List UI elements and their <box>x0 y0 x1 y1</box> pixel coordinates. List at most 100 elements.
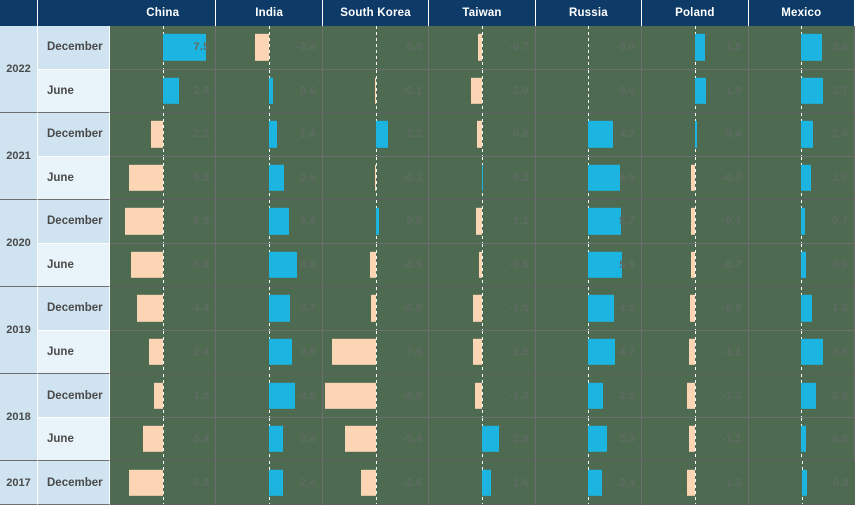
cell-value: 0.8 <box>832 433 848 446</box>
bar-chart-table: China India South Korea Taiwan Russia Poland M… <box>0 0 855 505</box>
negative-bar <box>128 164 163 192</box>
cell-poland-2019-june: -1.1 <box>642 330 749 375</box>
negative-bar <box>154 382 163 409</box>
month-label-2022-december[interactable]: December <box>38 26 110 70</box>
cell-value: -0.9 <box>721 302 742 315</box>
negative-bar <box>688 425 695 453</box>
cell-value: 2.0 <box>832 128 848 141</box>
cell-south-korea-2020-december: 0.6 <box>322 200 430 244</box>
month-label-2020-june[interactable]: June <box>38 243 110 288</box>
column-header-china[interactable]: China <box>110 0 217 26</box>
negative-bar <box>690 208 695 235</box>
negative-bar <box>477 34 482 61</box>
cell-value: 4.5 <box>299 389 316 402</box>
positive-bar <box>375 208 379 235</box>
cell-taiwan-2022-june: -2.0 <box>429 69 536 114</box>
cell-value: 1.7 <box>832 171 848 184</box>
cell-taiwan-2019-june: -1.5 <box>429 330 536 375</box>
cell-value: 0.0 <box>406 41 423 54</box>
negative-bar <box>150 121 163 148</box>
cell-value: -1.1 <box>721 433 742 446</box>
zero-axis-line <box>375 330 377 374</box>
cell-taiwan-2017-december: 1.6 <box>429 461 536 505</box>
header-corner-month <box>38 0 110 26</box>
positive-bar <box>269 425 283 453</box>
positive-bar <box>269 77 273 104</box>
year-label-2019: 2019 <box>0 287 38 375</box>
month-label-2021-june[interactable]: June <box>38 156 110 201</box>
cell-value: -1.5 <box>508 302 529 315</box>
cell-china-2022-june: 2.8 <box>110 69 217 114</box>
column-header-russia[interactable]: Russia <box>535 0 643 26</box>
cell-russia-2018-december: 2.5 <box>535 374 643 418</box>
positive-bar <box>694 77 706 104</box>
cell-russia-2019-december: 4.5 <box>535 287 643 331</box>
positive-bar <box>269 121 278 148</box>
negative-bar <box>477 121 482 148</box>
negative-bar <box>688 338 695 366</box>
cell-value: 2.2 <box>406 128 423 141</box>
month-label-2021-december[interactable]: December <box>38 113 110 157</box>
year-label-2021: 2021 <box>0 113 38 201</box>
cell-value: 1.8 <box>832 302 848 315</box>
column-header-mexico[interactable]: Mexico <box>748 0 855 26</box>
negative-bar <box>470 77 482 104</box>
cell-russia-2021-december: 4.2 <box>535 113 643 157</box>
zero-axis-line <box>162 330 164 374</box>
month-label-2017-december[interactable]: December <box>38 461 110 505</box>
positive-bar <box>269 382 295 409</box>
negative-bar <box>344 425 376 453</box>
cell-south-korea-2021-june: -0.1 <box>322 156 430 201</box>
cell-china-2018-june: -3.4 <box>110 417 217 462</box>
month-label-2019-june[interactable]: June <box>38 330 110 375</box>
negative-bar <box>374 164 376 192</box>
cell-value: 1.8 <box>725 41 742 54</box>
negative-bar <box>331 338 376 366</box>
month-label-2018-june[interactable]: June <box>38 417 110 462</box>
cell-value: -0.8 <box>508 128 529 141</box>
negative-bar <box>475 208 482 235</box>
cell-value: 0.0 <box>619 41 636 54</box>
column-header-poland[interactable]: Poland <box>642 0 749 26</box>
cell-value: 3.3 <box>619 433 636 446</box>
cell-india-2021-june: 2.6 <box>216 156 323 201</box>
cell-mexico-2019-june: 3.8 <box>748 330 855 375</box>
cell-value: 0.9 <box>833 476 849 489</box>
zero-axis-line <box>694 243 696 287</box>
positive-bar <box>588 251 622 279</box>
zero-axis-line <box>481 26 483 69</box>
cell-value: 4.8 <box>299 258 316 271</box>
negative-bar <box>479 251 482 279</box>
cell-value: -0.7 <box>508 41 529 54</box>
cell-value: 2.4 <box>299 433 316 446</box>
column-header-south-korea[interactable]: South Korea <box>322 0 430 26</box>
zero-axis-line <box>481 243 483 287</box>
column-header-taiwan[interactable]: Taiwan <box>429 0 536 26</box>
column-header-india[interactable]: India <box>216 0 323 26</box>
cell-value: 5.7 <box>619 215 636 228</box>
cell-taiwan-2018-december: -1.3 <box>429 374 536 418</box>
zero-axis-line <box>162 374 164 417</box>
cell-value: 5.8 <box>619 258 636 271</box>
positive-bar <box>588 164 621 192</box>
zero-axis-line <box>162 287 164 330</box>
cell-value: 2.6 <box>299 171 316 184</box>
month-label-2019-december[interactable]: December <box>38 287 110 331</box>
negative-bar <box>143 425 163 453</box>
cell-value: 2.4 <box>619 476 636 489</box>
cell-value: -0.7 <box>721 258 742 271</box>
month-label-2022-june[interactable]: June <box>38 69 110 114</box>
cell-value: -1.3 <box>721 389 742 402</box>
month-label-2020-december[interactable]: December <box>38 200 110 244</box>
cell-value: 3.9 <box>299 345 316 358</box>
cell-value: 0.6 <box>406 215 423 228</box>
cell-value: -5.6 <box>189 258 210 271</box>
cell-value: 2.9 <box>512 433 529 446</box>
cell-value: 0.0 <box>619 84 636 97</box>
month-label-2018-december[interactable]: December <box>38 374 110 418</box>
cell-poland-2018-june: -1.1 <box>642 417 749 462</box>
cell-india-2022-december: -2.4 <box>216 26 323 70</box>
positive-bar <box>801 208 806 235</box>
positive-bar <box>801 164 812 192</box>
cell-india-2020-december: 3.4 <box>216 200 323 244</box>
